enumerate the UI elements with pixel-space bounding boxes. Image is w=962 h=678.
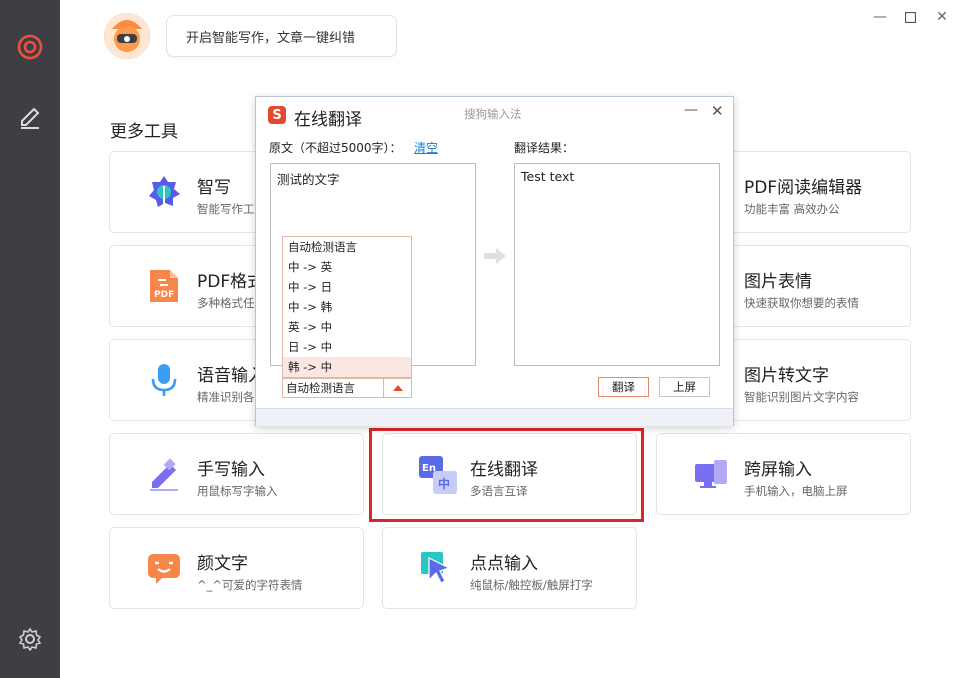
highlight-box: [369, 428, 644, 522]
clear-link[interactable]: 清空: [414, 139, 438, 156]
dialog-minimize-icon[interactable]: —: [684, 102, 698, 118]
card-kaomoji[interactable]: 颜文字 ^_^可爱的字符表情: [109, 527, 364, 609]
card-subtitle: 手机输入，电脑上屏: [744, 484, 848, 498]
kaomoji-icon: [146, 550, 182, 586]
sogou-home-icon[interactable]: [15, 32, 45, 62]
language-option[interactable]: 英 -> 中: [283, 317, 411, 337]
language-dropdown-list: 自动检测语言 中 -> 英 中 -> 日 中 -> 韩 英 -> 中 日 -> …: [282, 236, 412, 378]
cursor-click-icon: [419, 550, 455, 586]
language-select-value: 自动检测语言: [286, 381, 355, 395]
avatar[interactable]: [104, 13, 150, 59]
microphone-icon: [146, 362, 182, 398]
language-option[interactable]: 中 -> 日: [283, 277, 411, 297]
dialog-close-icon[interactable]: ✕: [711, 102, 724, 120]
dialog-footer: [256, 408, 733, 426]
card-title: 点点输入: [470, 554, 538, 574]
card-handwriting[interactable]: 手写输入 用鼠标写字输入: [109, 433, 364, 515]
arrow-right-icon: [484, 248, 506, 264]
translate-button[interactable]: 翻译: [598, 377, 649, 397]
language-option[interactable]: 中 -> 韩: [283, 297, 411, 317]
card-subtitle: 功能丰富 高效办公: [744, 202, 840, 216]
language-select[interactable]: 自动检测语言: [282, 378, 412, 398]
close-icon[interactable]: ✕: [933, 8, 951, 26]
settings-icon[interactable]: [15, 624, 45, 654]
onscreen-button[interactable]: 上屏: [659, 377, 710, 397]
card-title: 智写: [197, 178, 231, 198]
source-label: 原文（不超过5000字）：: [269, 141, 402, 155]
card-title: 颜文字: [197, 554, 248, 574]
card-cross-screen[interactable]: 跨屏输入 手机输入，电脑上屏: [656, 433, 911, 515]
card-subtitle: 智能写作工: [197, 202, 255, 216]
sogou-logo-icon: S: [268, 106, 286, 124]
sidebar: [0, 0, 60, 678]
dialog-title: 在线翻译: [294, 110, 362, 130]
card-subtitle: 快速获取你想要的表情: [744, 296, 859, 310]
language-option[interactable]: 中 -> 英: [283, 257, 411, 277]
smart-write-icon: [146, 174, 182, 210]
section-title: 更多工具: [110, 122, 178, 142]
card-tap-input[interactable]: 点点输入 纯鼠标/触控板/触屏打字: [382, 527, 637, 609]
card-subtitle: 智能识别图片文字内容: [744, 390, 859, 404]
pdf-icon: PDF: [146, 268, 182, 304]
card-title: 图片表情: [744, 272, 812, 292]
speech-bubble[interactable]: 开启智能写作，文章一键纠错: [166, 15, 397, 57]
card-subtitle: 用鼠标写字输入: [197, 484, 278, 498]
card-subtitle: 多种格式任: [197, 296, 255, 310]
dialog-subtitle: 搜狗输入法: [464, 107, 522, 121]
card-subtitle: ^_^可爱的字符表情: [197, 578, 303, 592]
card-title: 手写输入: [197, 460, 265, 480]
caret-up-icon[interactable]: [383, 379, 411, 397]
minimize-icon[interactable]: —: [871, 8, 889, 26]
card-title: 图片转文字: [744, 366, 829, 386]
monitor-phone-icon: [693, 456, 729, 492]
maximize-icon[interactable]: [901, 8, 919, 26]
card-title: 跨屏输入: [744, 460, 812, 480]
edit-icon[interactable]: [15, 101, 45, 131]
language-option[interactable]: 日 -> 中: [283, 337, 411, 357]
translate-dialog: S 在线翻译 搜狗输入法 — ✕ 原文（不超过5000字）： 清空 翻译结果： …: [255, 96, 734, 426]
card-subtitle: 精准识别各: [197, 390, 255, 404]
language-option[interactable]: 韩 -> 中: [283, 357, 411, 377]
language-option[interactable]: 自动检测语言: [283, 237, 411, 257]
card-title: PDF阅读编辑器: [744, 178, 863, 198]
result-textarea[interactable]: Test text: [514, 163, 720, 366]
svg-text:PDF: PDF: [154, 290, 174, 300]
card-subtitle: 纯鼠标/触控板/触屏打字: [470, 578, 593, 592]
pen-icon: [146, 456, 182, 492]
result-label: 翻译结果：: [514, 141, 575, 155]
